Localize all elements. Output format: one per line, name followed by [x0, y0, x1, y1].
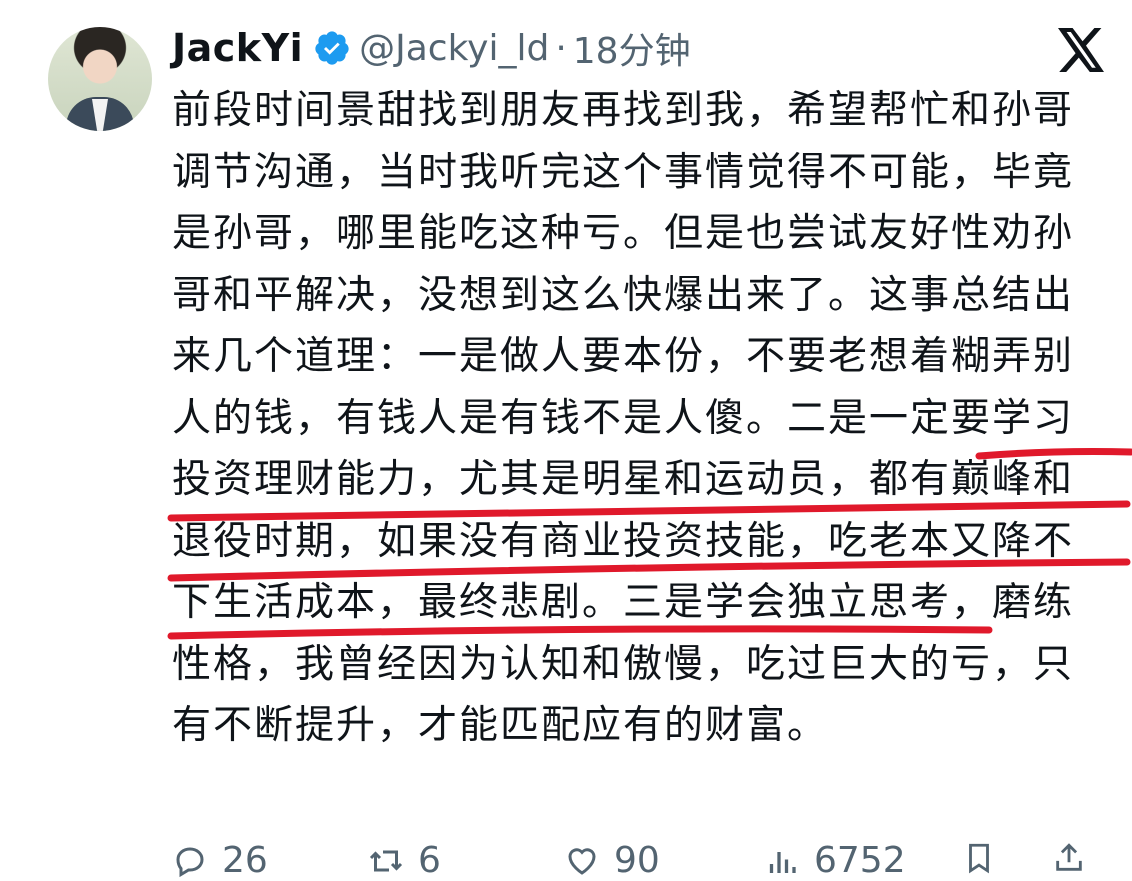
- author-handle[interactable]: @Jackyi_ld: [359, 28, 549, 69]
- reply-count: 26: [222, 840, 268, 881]
- bookmark-icon[interactable]: [962, 840, 996, 876]
- highlight-underline-4: [167, 625, 993, 640]
- highlight-underline-1: [975, 448, 1132, 460]
- views-count: 6752: [814, 840, 906, 881]
- separator-dot: ·: [555, 27, 567, 69]
- reply-button[interactable]: 26: [172, 840, 268, 881]
- like-icon: [568, 847, 596, 875]
- post-header: JackYi @Jackyi_ld · 18分钟: [172, 22, 691, 74]
- avatar[interactable]: [48, 27, 152, 131]
- reply-icon: [176, 846, 204, 877]
- share-icon[interactable]: [1052, 840, 1086, 876]
- post-time[interactable]: 18分钟: [573, 22, 691, 74]
- highlight-underline-2: [167, 500, 1131, 522]
- like-count: 90: [614, 840, 660, 881]
- repost-icon: [369, 850, 403, 871]
- author-name[interactable]: JackYi: [172, 26, 303, 70]
- views-icon: [769, 851, 796, 873]
- views-button[interactable]: 6752: [764, 840, 906, 881]
- post-body-text: 前段时间景甜找到朋友再找到我，希望帮忙和孙哥调节沟通，当时我听完这个事情觉得不可…: [172, 88, 1075, 748]
- repost-count: 6: [418, 840, 441, 881]
- highlight-underline-3: [167, 558, 1131, 582]
- like-button[interactable]: 90: [564, 840, 660, 881]
- action-bar: 26 6 90 6752: [172, 840, 1102, 881]
- x-logo-icon: [1058, 28, 1104, 72]
- repost-button[interactable]: 6: [368, 840, 441, 881]
- verified-badge-icon: [315, 31, 349, 65]
